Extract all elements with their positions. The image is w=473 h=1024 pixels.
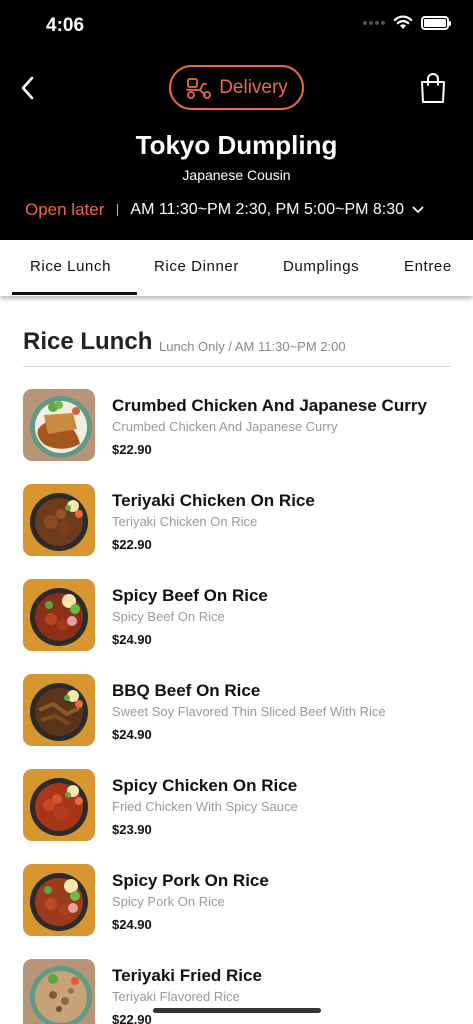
item-price: $22.90 [112,1012,152,1024]
item-name: Spicy Beef On Rice [112,586,268,605]
tab-rice-dinner[interactable]: Rice Dinner [154,258,239,275]
item-description: Spicy Beef On Rice [112,609,225,624]
section-note: Lunch Only / AM 11:30~PM 2:00 [159,339,346,354]
menu-item[interactable]: Crumbed Chicken And Japanese Curry Crumb… [0,389,473,484]
item-name: Crumbed Chicken And Japanese Curry [112,396,427,415]
open-status: Open later [25,200,105,219]
item-price: $24.90 [112,727,152,742]
back-button[interactable] [14,74,40,102]
delivery-mode-button[interactable]: Delivery [169,65,304,110]
cellular-signal-icon [363,20,385,25]
section-divider [23,366,451,367]
menu-item[interactable]: Spicy Pork On Rice Spicy Pork On Rice $2… [0,864,473,959]
item-price: $24.90 [112,632,152,647]
delivery-label: Delivery [219,76,288,98]
store-name: Tokyo Dumpling [135,130,338,160]
item-price: $23.90 [112,822,152,837]
item-name: Teriyaki Chicken On Rice [112,491,315,510]
store-subtitle: Japanese Cousin [182,167,291,183]
menu-item[interactable]: BBQ Beef On Rice Sweet Soy Flavored Thin… [0,674,473,769]
item-description: Teriyaki Chicken On Rice [112,514,258,529]
opening-hours-row[interactable]: Open later AM 11:30~PM 2:30, PM 5:00~PM … [25,200,424,220]
section-title: Rice Lunch [23,328,153,355]
item-description: Spicy Pork On Rice [112,894,225,909]
item-name: BBQ Beef On Rice [112,681,261,700]
battery-icon [421,15,451,30]
item-name: Spicy Chicken On Rice [112,776,298,795]
status-icons [363,15,451,30]
food-photo [23,579,95,651]
item-description: Sweet Soy Flavored Thin Sliced Beef With… [112,704,386,719]
tab-dumplings[interactable]: Dumplings [283,258,359,275]
chevron-left-icon [21,76,34,100]
chevron-down-icon [412,206,424,214]
menu-item[interactable]: Spicy Beef On Rice Spicy Beef On Rice $2… [0,579,473,674]
food-photo [23,674,95,746]
food-photo [23,389,95,461]
store-header: 4:06 Delivery Tokyo Dumpling Japanese Co… [0,0,473,240]
status-time: 4:06 [46,15,85,36]
item-price: $24.90 [112,917,152,932]
cart-button[interactable] [419,72,447,104]
hours-divider [117,204,119,216]
shopping-bag-icon [421,73,445,103]
food-photo [23,769,95,841]
item-description: Teriyaki Flavored Rice [112,989,240,1004]
menu-item[interactable]: Teriyaki Chicken On Rice Teriyaki Chicke… [0,484,473,579]
menu-list: Crumbed Chicken And Japanese Curry Crumb… [0,389,473,1024]
item-name: Spicy Pork On Rice [112,871,269,890]
item-description: Crumbed Chicken And Japanese Curry [112,419,338,434]
menu-item[interactable]: Spicy Chicken On Rice Fried Chicken With… [0,769,473,864]
active-tab-indicator [12,292,137,295]
food-photo [23,959,95,1024]
food-photo [23,484,95,556]
category-tabs: Rice Lunch Rice Dinner Dumplings Entree [0,240,473,296]
tab-entree[interactable]: Entree [404,258,452,275]
item-price: $22.90 [112,537,152,552]
home-indicator [153,1008,321,1013]
item-description: Fried Chicken With Spicy Sauce [112,799,298,814]
tab-rice-lunch[interactable]: Rice Lunch [30,258,111,275]
wifi-icon [393,15,413,29]
menu-item[interactable]: Teriyaki Fried Rice Teriyaki Flavored Ri… [0,959,473,1024]
item-price: $22.90 [112,442,152,457]
scooter-icon [186,77,212,99]
food-photo [23,864,95,936]
opening-hours: AM 11:30~PM 2:30, PM 5:00~PM 8:30 [130,201,405,218]
item-name: Teriyaki Fried Rice [112,966,262,985]
